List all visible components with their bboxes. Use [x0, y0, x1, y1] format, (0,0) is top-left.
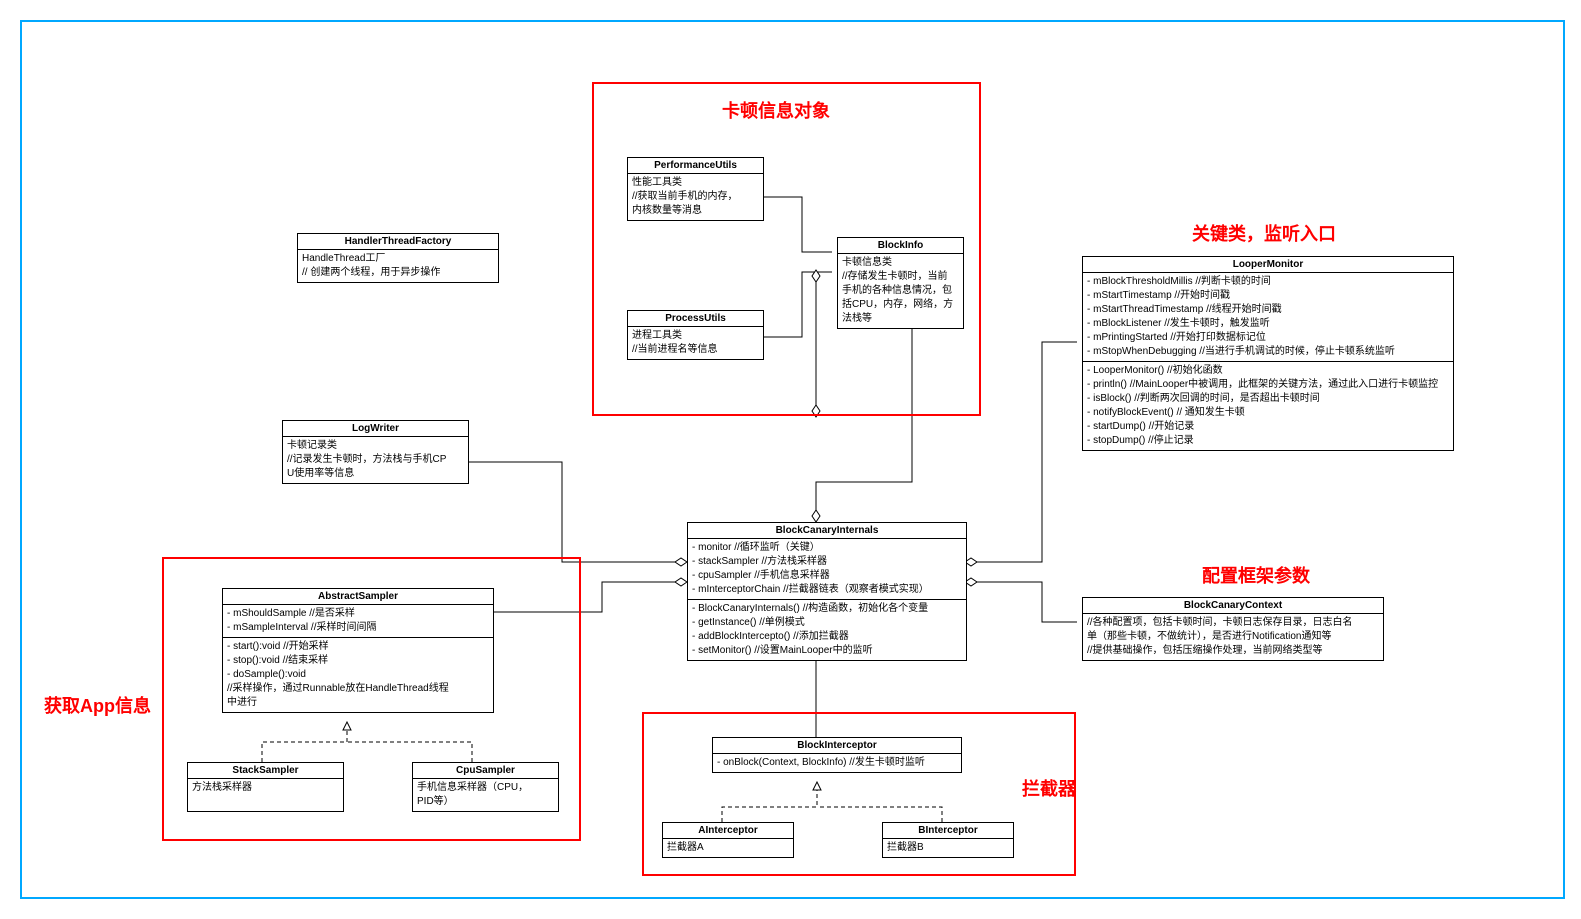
class-cpusampler: CpuSampler 手机信息采样器（CPU， PID等）: [412, 762, 559, 812]
diagram-canvas: HandlerThreadFactory HandleThread工厂 // 创…: [20, 20, 1565, 899]
class-title: BInterceptor: [883, 823, 1013, 839]
group-label-looper: 关键类，监听入口: [1192, 220, 1336, 246]
class-handlerthreadfactory: HandlerThreadFactory HandleThread工厂 // 创…: [297, 233, 499, 283]
class-performanceutils: PerformanceUtils 性能工具类 //获取当前手机的内存， 内核数量…: [627, 157, 764, 221]
class-loopermonitor: LooperMonitor - mBlockThresholdMillis //…: [1082, 256, 1454, 451]
class-title: ProcessUtils: [628, 311, 763, 327]
class-blockcanaryinternals: BlockCanaryInternals - monitor //循环监听（关键…: [687, 522, 967, 661]
class-blockinterceptor: BlockInterceptor - onBlock(Context, Bloc…: [712, 737, 962, 773]
class-title: LooperMonitor: [1083, 257, 1453, 273]
group-label-sampler: 获取App信息: [44, 692, 151, 718]
class-title: LogWriter: [283, 421, 468, 437]
class-title: BlockInfo: [838, 238, 963, 254]
class-stacksampler: StackSampler 方法栈采样器: [187, 762, 344, 812]
class-logwriter: LogWriter 卡顿记录类 //记录发生卡顿时，方法栈与手机CP U使用率等…: [282, 420, 469, 484]
class-title: AbstractSampler: [223, 589, 493, 605]
class-title: AInterceptor: [663, 823, 793, 839]
class-title: BlockInterceptor: [713, 738, 961, 754]
class-title: CpuSampler: [413, 763, 558, 779]
class-binterceptor: BInterceptor 拦截器B: [882, 822, 1014, 858]
class-title: PerformanceUtils: [628, 158, 763, 174]
class-ainterceptor: AInterceptor 拦截器A: [662, 822, 794, 858]
class-title: BlockCanaryContext: [1083, 598, 1383, 614]
group-label-blockinfo: 卡顿信息对象: [722, 97, 830, 123]
class-blockcanarycontext: BlockCanaryContext //各种配置项，包括卡顿时间，卡顿日志保存…: [1082, 597, 1384, 661]
class-processutils: ProcessUtils 进程工具类 //当前进程名等信息: [627, 310, 764, 360]
class-title: BlockCanaryInternals: [688, 523, 966, 539]
class-abstractsampler: AbstractSampler - mShouldSample //是否采样 -…: [222, 588, 494, 713]
group-label-interceptor: 拦截器: [1022, 775, 1076, 801]
class-title: HandlerThreadFactory: [298, 234, 498, 250]
group-label-context: 配置框架参数: [1202, 562, 1310, 588]
class-title: StackSampler: [188, 763, 343, 779]
class-blockinfo: BlockInfo 卡顿信息类 //存储发生卡顿时，当前 手机的各种信息情况，包…: [837, 237, 964, 329]
